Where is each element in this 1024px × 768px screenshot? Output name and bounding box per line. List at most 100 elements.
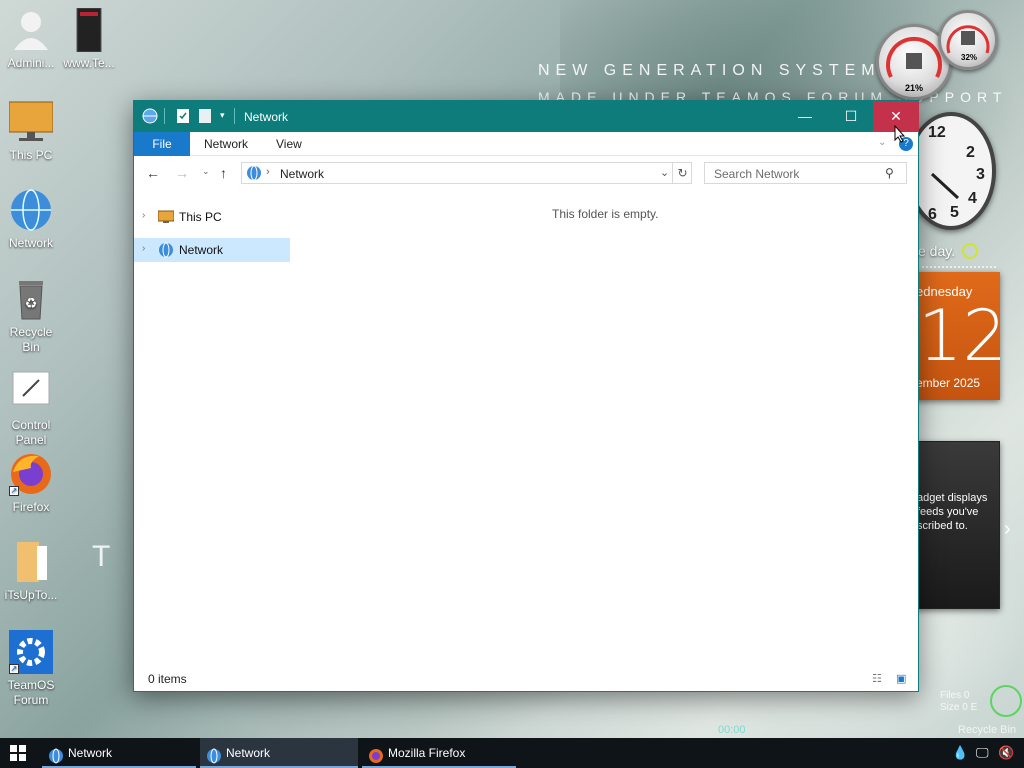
large-icons-view-icon[interactable]: ▣ — [896, 672, 906, 685]
taskbar-item-network[interactable]: Network — [42, 738, 196, 768]
greeting-text: e day. — [918, 243, 956, 259]
tab-file[interactable]: File — [134, 132, 190, 156]
feed-line: adget displays — [917, 492, 988, 504]
computer-icon — [8, 100, 54, 144]
status-bar: 0 items ☷ ▣ — [134, 667, 918, 691]
empty-folder-message: This folder is empty. — [552, 207, 659, 221]
user-icon — [9, 8, 53, 52]
search-box[interactable]: Search Network ⚲ — [704, 162, 907, 184]
desktop-icon-label: Firefox — [12, 500, 50, 514]
address-bar[interactable]: › Network ⌄ ↻ — [241, 162, 692, 184]
nav-item-network[interactable]: › Network — [134, 238, 290, 262]
firefox-icon — [368, 745, 384, 768]
cpu-gauge-value: 21% — [905, 83, 924, 93]
clock-gadget[interactable]: 12 2 3 4 5 6 — [906, 112, 996, 230]
memory-gauge-gadget[interactable]: 32% — [938, 10, 998, 70]
wallpaper-line1: NEW GENERATION SYSTEM — [538, 62, 881, 79]
desktop-icon-label: www.Te... — [63, 56, 115, 70]
feed-line: scribed to. — [917, 520, 968, 532]
calendar-gadget[interactable]: ednesday 12 ember 2025 — [916, 266, 1007, 400]
taskbar-item-firefox[interactable]: Mozilla Firefox — [362, 738, 516, 768]
expand-arrow-icon[interactable]: › — [142, 243, 145, 254]
network-tray-icon[interactable]: 🖵 — [976, 745, 989, 761]
tab-view[interactable]: View — [262, 132, 316, 156]
desktop-icon-www[interactable]: www.Te... — [58, 7, 120, 71]
search-icon[interactable]: ⚲ — [885, 166, 894, 180]
window-title: Network — [244, 110, 289, 124]
explorer-window[interactable]: ▾ Network — ☐ ✕ File Network View ⌄ ? ← … — [133, 100, 919, 692]
desktop-icon-label: Network — [8, 236, 53, 250]
recycle-gadget-ring[interactable] — [990, 685, 1022, 717]
shortcut-arrow-icon: ↗ — [9, 486, 19, 496]
desktop-icon-label: iTsUpTo... — [4, 588, 58, 602]
memory-gauge-value: 32% — [961, 53, 978, 62]
smiley-icon — [962, 243, 978, 259]
volume-muted-icon[interactable]: 🔇 — [998, 745, 1014, 761]
minimize-button[interactable]: — — [782, 101, 828, 132]
address-dropdown-icon[interactable]: ⌄ — [660, 166, 669, 179]
nav-item-this-pc[interactable]: › This PC — [134, 205, 290, 229]
windows-logo-icon — [10, 745, 26, 761]
network-icon — [206, 745, 222, 768]
network-icon — [142, 108, 158, 127]
maximize-button[interactable]: ☐ — [828, 101, 874, 132]
gadget-time-text: 00:00 — [718, 724, 746, 736]
network-globe-icon — [9, 188, 53, 232]
desktop-icon-this-pc[interactable]: This PC — [0, 100, 62, 163]
taskbar-item-label: Mozilla Firefox — [388, 746, 466, 760]
desktop-icon-label: This PC — [9, 148, 53, 162]
desktop-icon-admin[interactable]: Admini... — [0, 8, 62, 71]
desktop-icon-network[interactable]: Network — [0, 188, 62, 251]
recycle-bin-icon: ♻ — [9, 277, 53, 321]
breadcrumb-separator: › — [266, 166, 270, 178]
feed-line: feeds you've — [917, 506, 979, 518]
tab-network[interactable]: Network — [190, 132, 262, 156]
chevron-down-icon[interactable]: ▾ — [220, 110, 225, 121]
network-icon — [158, 242, 174, 261]
up-arrow-icon[interactable]: ↑ — [220, 165, 227, 181]
search-placeholder: Search Network — [714, 167, 800, 181]
recycle-bin-stats: Files 0 Size 0 E — [940, 690, 977, 714]
desktop-icon-teamos-forum[interactable]: ↗ TeamOS Forum — [0, 630, 62, 708]
nav-item-label: This PC — [179, 210, 222, 224]
expand-arrow-icon[interactable]: › — [142, 210, 145, 221]
firefox-icon: ↗ — [9, 452, 53, 496]
new-folder-icon[interactable] — [198, 108, 212, 127]
svg-text:♻: ♻ — [25, 295, 38, 311]
desktop-icon-label: Recycle Bin — [9, 325, 53, 354]
taskbar-item-network-active[interactable]: Network — [200, 738, 358, 768]
computer-icon — [157, 210, 175, 227]
forward-arrow-icon[interactable]: → — [175, 165, 189, 181]
desktop-icon-itsupto[interactable]: iTsUpTo... — [0, 540, 62, 603]
shortcut-arrow-icon: ↗ — [9, 664, 19, 674]
mouse-cursor-icon — [894, 125, 906, 143]
breadcrumb-network[interactable]: Network — [280, 167, 324, 181]
back-arrow-icon[interactable]: ← — [146, 165, 160, 181]
recycle-size: Size 0 E — [940, 702, 978, 713]
details-view-icon[interactable]: ☷ — [872, 672, 882, 685]
clock-hands — [930, 172, 960, 200]
calendar-date: 12 — [918, 295, 1008, 377]
water-drop-icon[interactable]: 💧 — [952, 745, 968, 761]
book-icon — [67, 7, 111, 53]
desktop-icon-label: Control Panel — [11, 418, 51, 447]
refresh-icon[interactable]: ↻ — [672, 163, 692, 183]
chevron-right-icon[interactable]: › — [1004, 518, 1011, 541]
ribbon-tabs: File Network View ⌄ ? — [134, 132, 918, 156]
ribbon-expand-icon[interactable]: ⌄ — [878, 137, 886, 148]
control-panel-icon — [9, 370, 53, 414]
recent-locations-icon[interactable]: ⌄ — [202, 166, 210, 177]
properties-icon[interactable] — [176, 108, 190, 127]
desktop-icon-firefox[interactable]: ↗ Firefox — [0, 452, 62, 515]
window-titlebar[interactable]: ▾ Network — ☐ ✕ — [134, 101, 919, 132]
desktop-icon-recycle-bin[interactable]: ♻ Recycle Bin — [0, 277, 62, 355]
nav-item-label: Network — [179, 243, 224, 257]
recycle-files: Files 0 — [940, 690, 970, 701]
desktop-icon-control-panel[interactable]: Control Panel — [0, 370, 62, 448]
taskbar-item-label: Network — [68, 746, 113, 760]
folder-icon — [9, 540, 53, 584]
start-button[interactable] — [0, 738, 36, 768]
feed-headlines-gadget[interactable]: adget displays feeds you've scribed to. — [916, 441, 1000, 609]
calendar-month: ember 2025 — [916, 376, 981, 390]
network-icon — [48, 745, 64, 768]
